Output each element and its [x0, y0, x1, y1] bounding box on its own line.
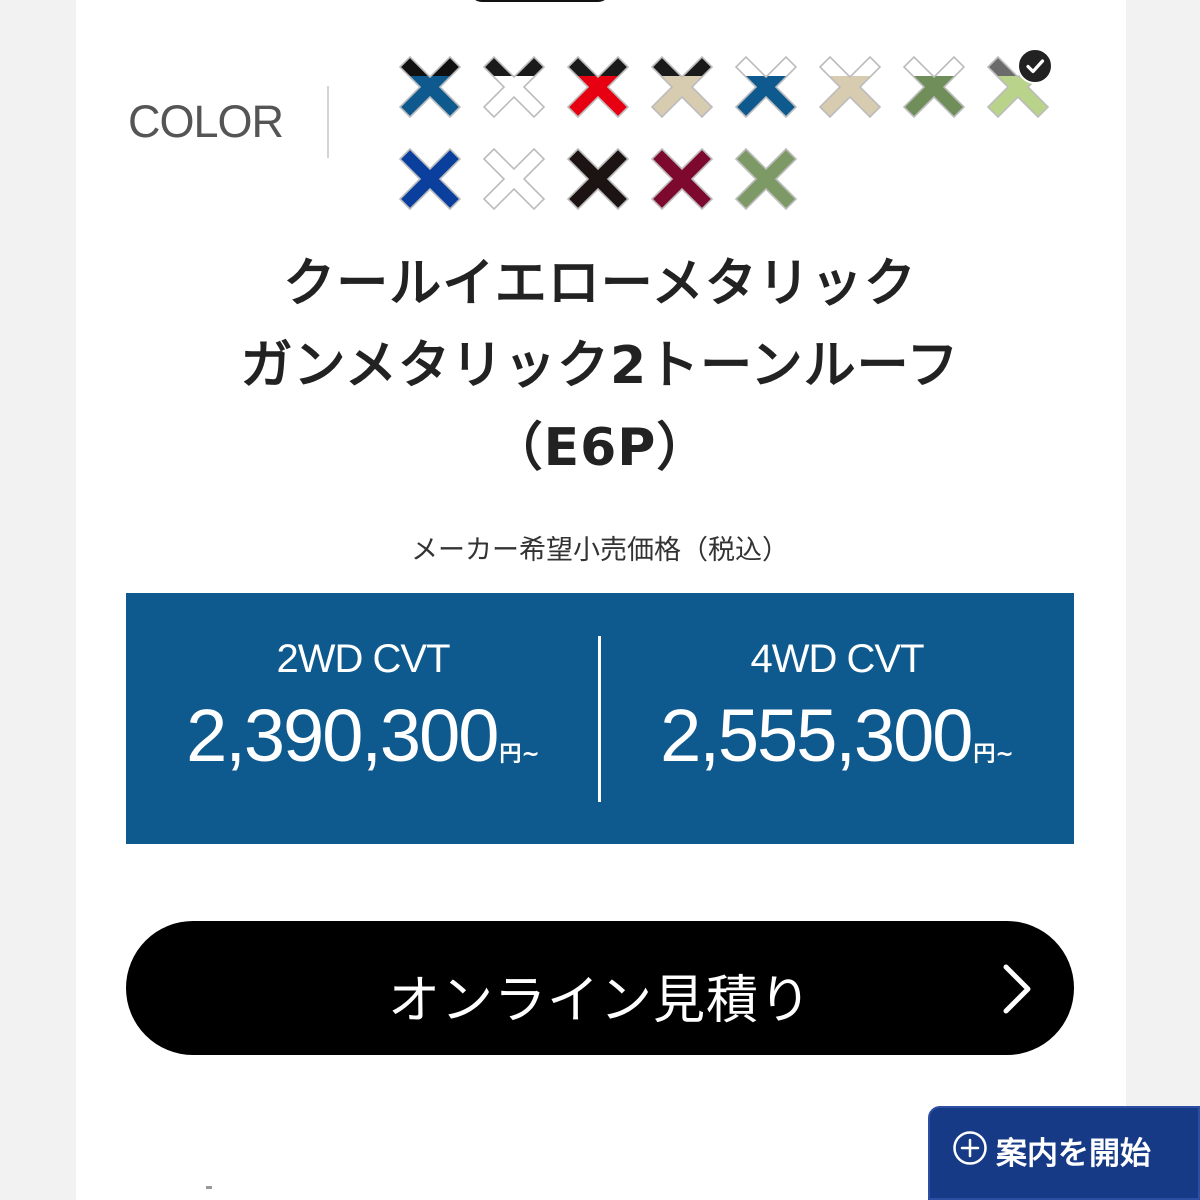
color-swatch[interactable] — [733, 54, 799, 120]
chevron-right-icon — [996, 961, 1036, 1021]
price-suffix: 円~ — [973, 742, 1014, 767]
price-box: 2WD CVT 2,390,300円~ 4WD CVT 2,555,300円~ — [126, 593, 1074, 844]
color-swatch[interactable] — [817, 54, 883, 120]
price-line: 2,555,300円~ — [600, 693, 1074, 778]
color-swatch[interactable] — [397, 54, 463, 120]
color-swatch[interactable] — [565, 54, 631, 120]
top-tab — [470, 0, 610, 2]
color-swatch[interactable] — [481, 146, 547, 212]
drive-label: 4WD CVT — [750, 637, 925, 681]
color-name-line-1: クールイエローメタリック — [283, 254, 917, 314]
color-swatch[interactable] — [565, 146, 631, 212]
price-line: 2,390,300円~ — [126, 693, 600, 778]
price-option-4wd: 4WD CVT 2,555,300円~ — [600, 593, 1074, 844]
online-estimate-button[interactable]: オンライン見積り — [126, 921, 1074, 1055]
price-value: 2,390,300 — [186, 694, 499, 777]
color-name-line-2: ガンメタリック2トーンルーフ — [240, 336, 960, 396]
start-guide-label: 案内を開始 — [996, 1136, 1151, 1172]
color-swatch[interactable] — [901, 54, 967, 120]
price-caption: メーカー希望小売価格（税込） — [411, 535, 789, 566]
plus-circle-icon — [952, 1130, 988, 1170]
color-swatch[interactable] — [397, 146, 463, 212]
color-swatch[interactable] — [733, 146, 799, 212]
selected-check-icon — [1017, 48, 1053, 84]
start-guide-button[interactable]: 案内を開始 — [928, 1106, 1200, 1200]
drive-label: 2WD CVT — [276, 637, 451, 681]
color-name-title: クールイエローメタリック ガンメタリック2トーンルーフ （E6P） — [126, 243, 1074, 489]
color-swatch[interactable] — [481, 54, 547, 120]
online-estimate-label: オンライン見積り — [387, 971, 812, 1031]
price-suffix: 円~ — [499, 742, 540, 767]
color-name-line-3: （E6P） — [490, 418, 710, 478]
bottom-mark — [206, 1186, 212, 1189]
price-value: 2,555,300 — [660, 694, 973, 777]
price-option-2wd: 2WD CVT 2,390,300円~ — [126, 593, 600, 844]
color-divider — [327, 86, 329, 158]
color-section-label: COLOR — [128, 96, 284, 147]
color-swatch[interactable] — [649, 146, 715, 212]
color-swatch[interactable] — [649, 54, 715, 120]
